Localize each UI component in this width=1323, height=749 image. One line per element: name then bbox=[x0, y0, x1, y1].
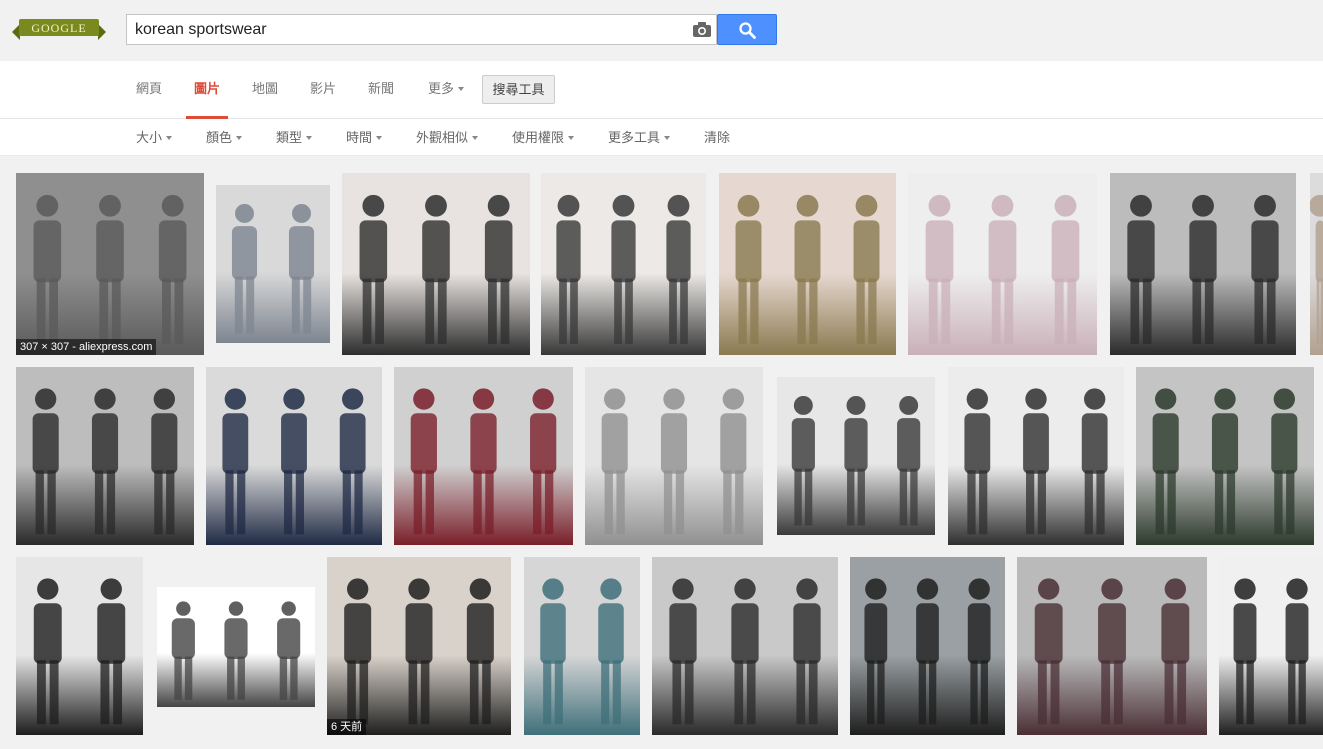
filter-more-tools[interactable]: 更多工具 bbox=[608, 120, 671, 156]
result-image[interactable] bbox=[719, 173, 896, 355]
tab-images-label: 圖片 bbox=[193, 81, 220, 96]
filter-time-label: 時間 bbox=[346, 130, 373, 145]
tab-news[interactable]: 新聞 bbox=[368, 61, 394, 119]
tab-news-label: 新聞 bbox=[368, 81, 395, 96]
filter-visually-similar[interactable]: 外觀相似 bbox=[416, 120, 479, 156]
chevron-down-icon bbox=[376, 135, 383, 140]
result-image[interactable] bbox=[1110, 173, 1296, 355]
filter-usage-rights-label: 使用權限 bbox=[512, 130, 565, 145]
result-image[interactable] bbox=[777, 377, 935, 535]
filter-type[interactable]: 類型 bbox=[276, 120, 313, 156]
result-image[interactable] bbox=[908, 173, 1097, 355]
result-image[interactable] bbox=[394, 367, 573, 545]
result-image[interactable] bbox=[206, 367, 382, 545]
result-image[interactable]: 307 × 307 - aliexpress.com bbox=[16, 173, 204, 355]
result-image[interactable] bbox=[216, 185, 330, 343]
chevron-down-icon bbox=[568, 135, 575, 140]
result-image[interactable] bbox=[585, 367, 763, 545]
search-field[interactable] bbox=[126, 14, 717, 45]
camera-icon[interactable] bbox=[693, 22, 711, 37]
search-button[interactable] bbox=[717, 14, 777, 45]
filter-usage-rights[interactable]: 使用權限 bbox=[512, 120, 575, 156]
chevron-down-icon bbox=[236, 135, 243, 140]
result-image[interactable] bbox=[1017, 557, 1207, 735]
result-image[interactable] bbox=[16, 367, 194, 545]
result-image[interactable] bbox=[524, 557, 640, 735]
image-results-grid: 307 × 307 - aliexpress.com 6 天前 bbox=[0, 156, 1323, 749]
filter-bar: 大小 顏色 類型 時間 外觀相似 使用權限 更多工具 清除 bbox=[0, 120, 1323, 156]
filter-clear-label: 清除 bbox=[704, 130, 731, 145]
search-tools-label: 搜尋工具 bbox=[492, 82, 545, 97]
result-image[interactable] bbox=[1219, 557, 1323, 735]
result-image[interactable] bbox=[652, 557, 838, 735]
tab-web[interactable]: 網頁 bbox=[136, 61, 162, 119]
filter-color[interactable]: 顏色 bbox=[206, 120, 243, 156]
result-image[interactable] bbox=[948, 367, 1124, 545]
filter-size-label: 大小 bbox=[136, 130, 163, 145]
filter-type-label: 類型 bbox=[276, 130, 303, 145]
tab-more[interactable]: 更多 bbox=[426, 61, 466, 119]
tab-images[interactable]: 圖片 bbox=[186, 61, 228, 119]
tab-maps[interactable]: 地圖 bbox=[252, 61, 278, 119]
search-icon bbox=[739, 22, 756, 39]
result-image[interactable] bbox=[541, 173, 706, 355]
chevron-down-icon bbox=[458, 86, 464, 91]
filter-visually-similar-label: 外觀相似 bbox=[416, 130, 469, 145]
filter-color-label: 顏色 bbox=[206, 130, 233, 145]
tab-web-label: 網頁 bbox=[136, 81, 163, 96]
search-tabs: 網頁 圖片 地圖 影片 新聞 更多 搜尋工具 bbox=[0, 61, 1323, 119]
google-logo[interactable]: GOOGLE bbox=[12, 16, 106, 42]
chevron-down-icon bbox=[664, 135, 671, 140]
filter-more-tools-label: 更多工具 bbox=[608, 130, 661, 145]
tab-videos-label: 影片 bbox=[310, 81, 337, 96]
tab-more-label: 更多 bbox=[427, 81, 454, 96]
tab-videos[interactable]: 影片 bbox=[310, 61, 336, 119]
tab-maps-label: 地圖 bbox=[252, 81, 279, 96]
search-tools-button[interactable]: 搜尋工具 bbox=[482, 75, 555, 104]
result-image[interactable] bbox=[1310, 173, 1323, 355]
result-image[interactable] bbox=[342, 173, 530, 355]
result-image[interactable]: 6 天前 bbox=[327, 557, 511, 735]
result-image[interactable] bbox=[850, 557, 1005, 735]
top-bar: GOOGLE bbox=[0, 0, 1323, 61]
filter-time[interactable]: 時間 bbox=[346, 120, 383, 156]
chevron-down-icon bbox=[472, 135, 479, 140]
result-image[interactable] bbox=[157, 587, 315, 707]
result-image[interactable] bbox=[16, 557, 143, 735]
result-caption: 307 × 307 - aliexpress.com bbox=[16, 339, 157, 355]
result-image[interactable] bbox=[1136, 367, 1314, 545]
search-input[interactable] bbox=[135, 15, 675, 44]
svg-text:GOOGLE: GOOGLE bbox=[31, 21, 86, 35]
filter-clear[interactable]: 清除 bbox=[704, 120, 730, 156]
chevron-down-icon bbox=[306, 135, 313, 140]
chevron-down-icon bbox=[166, 135, 173, 140]
result-caption: 6 天前 bbox=[327, 719, 367, 735]
filter-size[interactable]: 大小 bbox=[136, 120, 173, 156]
